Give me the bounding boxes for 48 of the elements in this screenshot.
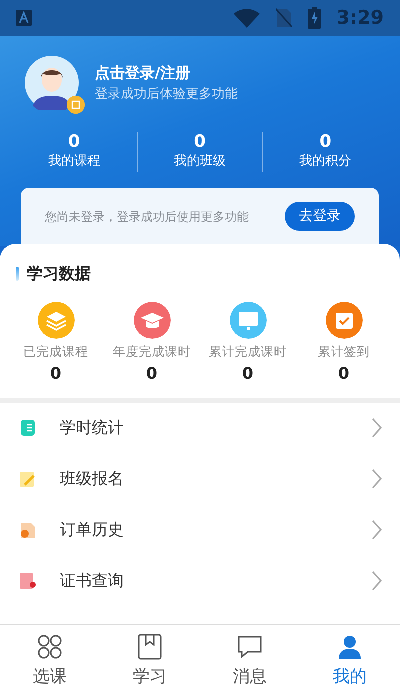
pencil-note-icon <box>18 469 36 490</box>
login-prompt: 您尚未登录，登录成功后使用更多功能 <box>45 208 249 226</box>
stat-value: 0 <box>50 362 62 385</box>
chevron-right-icon <box>372 571 382 592</box>
menu-row[interactable]: 订单历史 <box>0 504 400 556</box>
no-sim-icon <box>276 8 292 28</box>
stat-label: 累计签到 <box>318 342 370 361</box>
wifi-icon <box>234 8 260 28</box>
chevron-right-icon <box>372 469 382 490</box>
battery-icon <box>308 7 321 29</box>
login-subtitle: 登录成功后体验更多功能 <box>95 86 238 104</box>
stat-label: 已完成课程 <box>24 342 88 361</box>
section-title: 学习数据 <box>27 262 91 285</box>
stat-value: 0 <box>242 362 254 385</box>
edit-icon[interactable] <box>67 96 85 114</box>
menu-row[interactable]: 证书查询 <box>0 556 400 607</box>
nav-tab[interactable]: 消息 <box>200 625 300 700</box>
menu-label: 订单历史 <box>60 519 124 542</box>
stat-value: 0 <box>338 362 350 385</box>
stat-value: 0 <box>318 132 333 152</box>
nav-tab[interactable]: 我的 <box>300 625 400 700</box>
bookmark-book-icon <box>136 633 164 661</box>
stat-label: 我的积分 <box>298 153 353 172</box>
menu-label: 班级报名 <box>60 468 124 490</box>
person-icon <box>336 633 364 661</box>
stat-label: 累计完成课时 <box>209 342 287 361</box>
menu-row[interactable]: 学时统计 <box>0 402 400 454</box>
notebook-icon <box>18 418 36 438</box>
nav-tab[interactable]: 选课 <box>0 625 100 700</box>
stat-value: 0 <box>146 362 158 385</box>
login-button[interactable]: 去登录 <box>285 202 355 232</box>
clock-time: 3:29 <box>336 6 384 31</box>
four-circles-icon <box>36 633 64 661</box>
stat-value: 0 <box>193 132 207 152</box>
stat-label: 年度完成课时 <box>113 342 191 361</box>
login-title[interactable]: 点击登录/注册 <box>95 62 238 84</box>
nav-tab[interactable]: 学习 <box>100 625 200 700</box>
stat-label: 我的班级 <box>173 153 227 172</box>
chevron-right-icon <box>372 520 382 540</box>
stat-label: 我的课程 <box>47 153 102 172</box>
certificate-icon <box>18 571 36 592</box>
avatar[interactable] <box>25 56 79 110</box>
menu-row[interactable]: 班级报名 <box>0 454 400 505</box>
keyboard-icon <box>16 10 32 26</box>
menu-label: 学时统计 <box>60 417 124 440</box>
chevron-right-icon <box>372 418 382 438</box>
menu-label: 证书查询 <box>60 570 124 592</box>
stat-value: 0 <box>67 132 82 152</box>
